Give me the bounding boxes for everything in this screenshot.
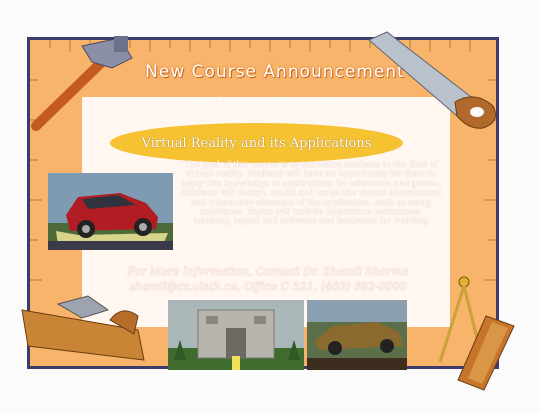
wood-plane-icon [18,290,158,384]
scene-render-image [307,300,407,370]
building-render-image [168,300,304,370]
hammer-icon [20,28,140,142]
ruler-icon [450,312,520,396]
course-name: Virtual Reality and its Applications [141,135,372,151]
car-render-image [48,173,173,250]
vr-scene-screenshot [307,300,407,370]
announcement-slide: New Course Announcement COMP 4xxx/5xxx W… [0,0,540,413]
vr-building-screenshot [168,300,304,370]
vr-car-screenshot [48,173,173,250]
course-name-pill: Virtual Reality and its Applications [110,123,403,163]
contact-line-name: For More Information, Contact Dr. Shamil… [127,265,409,278]
course-description: The goal of this course is to introduce … [180,159,442,226]
saw-icon [365,30,515,134]
